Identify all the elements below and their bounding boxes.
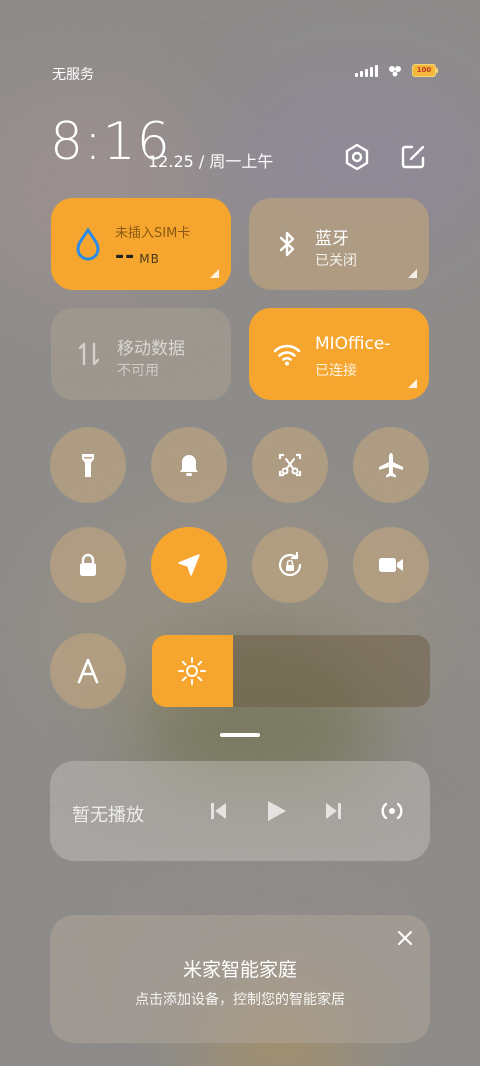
- status-icons: 100: [355, 64, 438, 77]
- smart-home-card[interactable]: 米家智能家庭 点击添加设备，控制您的智能家居: [50, 915, 430, 1043]
- airplane-icon: [379, 453, 403, 478]
- mobile-data-icon: [78, 342, 100, 366]
- airplane-mode-button[interactable]: [353, 427, 429, 503]
- data-usage-unit: MB: [139, 252, 160, 266]
- lock-screen-button[interactable]: [50, 527, 126, 603]
- brightness-slider[interactable]: [152, 635, 430, 707]
- flashlight-button[interactable]: [50, 427, 126, 503]
- bluetooth-icon: [279, 231, 295, 257]
- brightness-sun-icon: [178, 657, 206, 685]
- expand-corner-icon: [408, 269, 417, 278]
- wifi-icon: [273, 344, 301, 366]
- hotspot-icon: [389, 65, 401, 76]
- carrier-status: 无服务: [52, 67, 94, 83]
- smart-home-title: 米家智能家庭: [182, 959, 297, 981]
- auto-brightness-button[interactable]: [50, 633, 126, 709]
- panel-drag-handle[interactable]: [220, 733, 260, 737]
- lock-icon: [80, 553, 96, 576]
- media-player-card[interactable]: 暂无播放: [50, 761, 430, 861]
- clock-date: 12.25 / 周一上午: [148, 152, 274, 171]
- screenshot-scissors-icon: [278, 453, 302, 477]
- next-track-icon[interactable]: [318, 795, 350, 827]
- media-status-label: 暂无播放: [72, 805, 144, 826]
- wifi-tile[interactable]: MIOffice- 已连接: [249, 308, 429, 400]
- mobile-data-status: 不可用: [117, 363, 159, 379]
- wifi-network-name: MIOffice-: [315, 334, 391, 354]
- bell-icon: [180, 455, 198, 476]
- settings-icon[interactable]: [340, 140, 374, 174]
- water-drop-icon: [76, 227, 100, 261]
- screenshot-button[interactable]: [252, 427, 328, 503]
- video-camera-icon: [379, 558, 403, 572]
- play-icon[interactable]: [260, 795, 292, 827]
- screen-record-button[interactable]: [353, 527, 429, 603]
- wifi-status: 已连接: [315, 363, 357, 379]
- auto-letter-a-icon: [77, 658, 99, 684]
- close-icon[interactable]: [394, 927, 416, 949]
- flashlight-icon: [82, 454, 94, 477]
- previous-track-icon[interactable]: [202, 795, 234, 827]
- signal-icon: [355, 64, 378, 77]
- expand-corner-icon: [408, 379, 417, 388]
- battery-level: 100: [416, 66, 432, 74]
- location-arrow-icon: [178, 554, 200, 576]
- sim-data-tile[interactable]: 未插入SIM卡 -- MB: [51, 198, 231, 290]
- data-usage-value: -- MB: [115, 244, 160, 269]
- rotation-lock-icon: [278, 551, 302, 577]
- smart-home-subtitle: 点击添加设备，控制您的智能家居: [135, 992, 345, 1008]
- top-actions: [340, 140, 430, 174]
- sim-status-label: 未插入SIM卡: [115, 226, 191, 241]
- bluetooth-title: 蓝牙: [315, 229, 349, 249]
- edit-icon[interactable]: [396, 140, 430, 174]
- location-button[interactable]: [151, 527, 227, 603]
- mobile-data-title: 移动数据: [117, 339, 185, 359]
- battery-icon: 100: [412, 64, 438, 77]
- bluetooth-status: 已关闭: [315, 253, 357, 269]
- sound-button[interactable]: [151, 427, 227, 503]
- audio-output-icon[interactable]: [376, 795, 408, 827]
- rotation-lock-button[interactable]: [252, 527, 328, 603]
- mobile-data-tile[interactable]: 移动数据 不可用: [51, 308, 231, 400]
- expand-corner-icon: [210, 269, 219, 278]
- bluetooth-tile[interactable]: 蓝牙 已关闭: [249, 198, 429, 290]
